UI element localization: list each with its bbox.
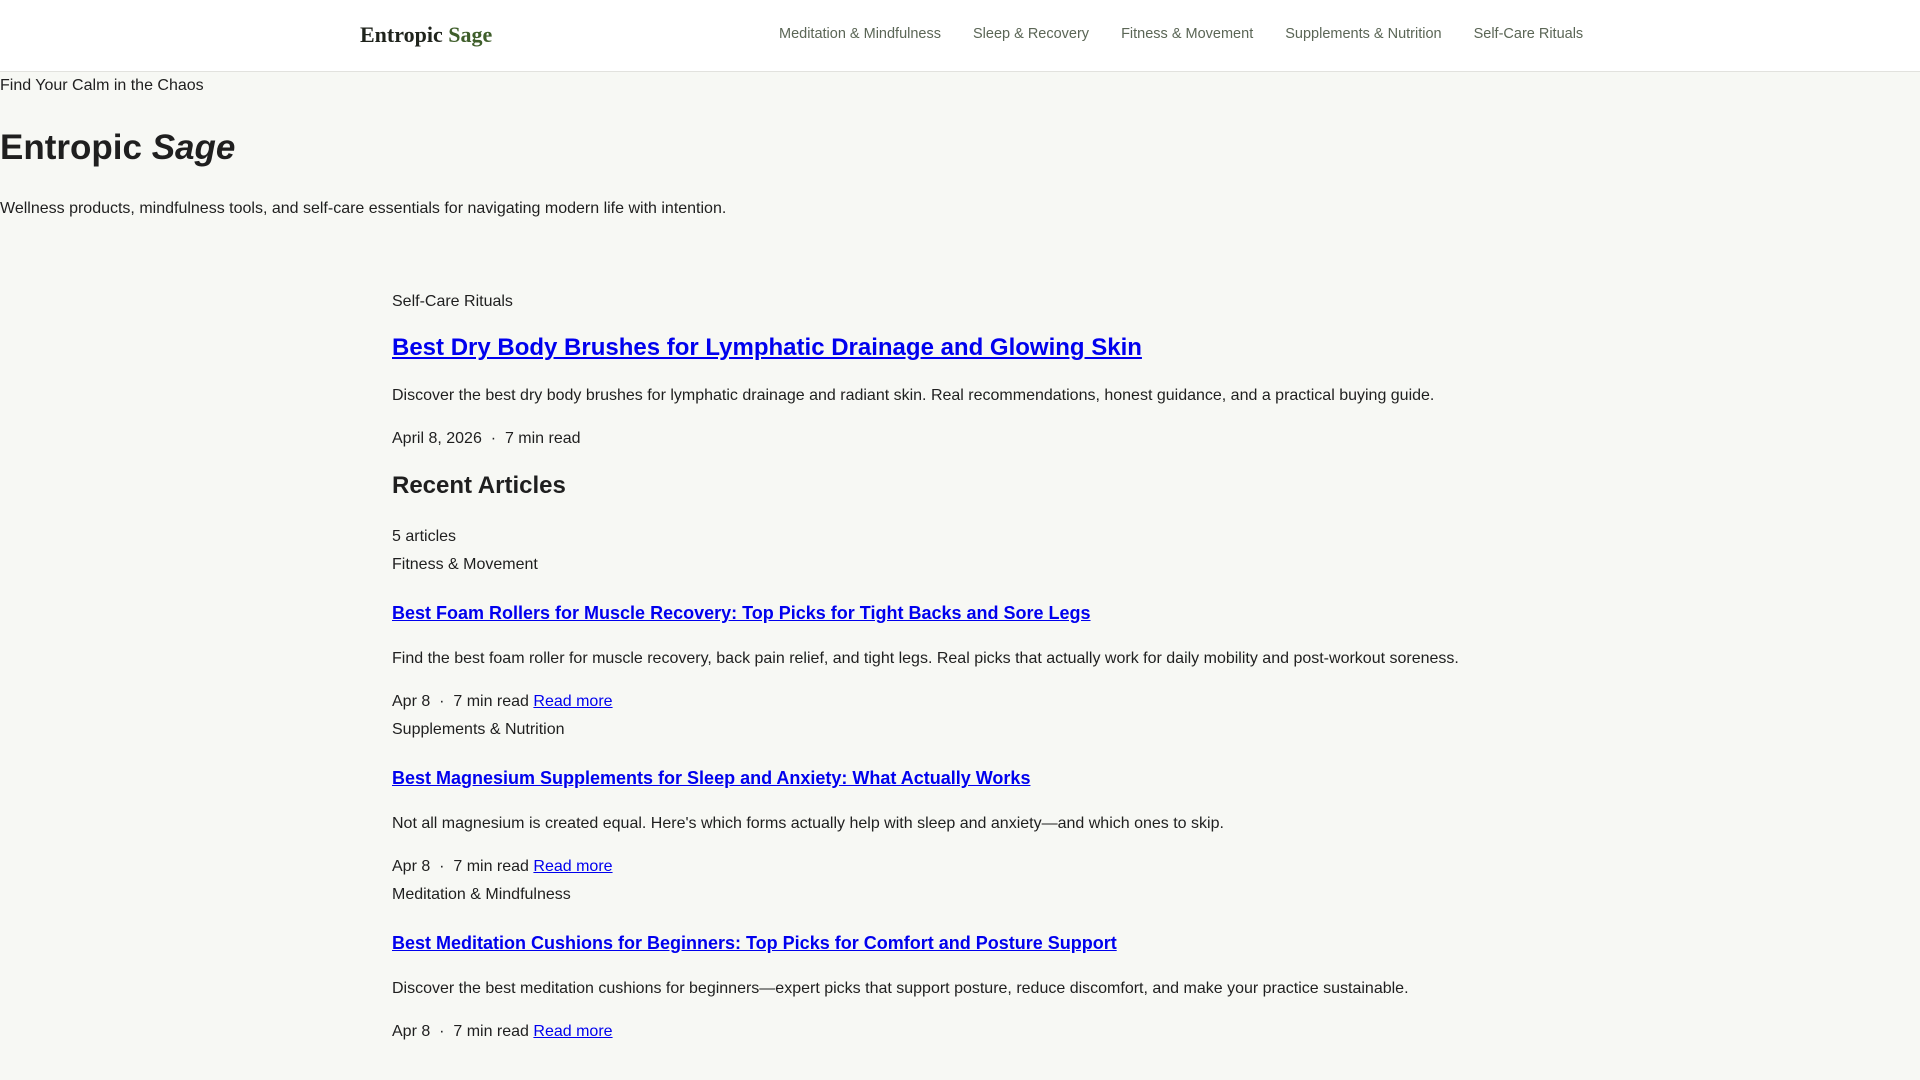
- featured-title-link[interactable]: Best Dry Body Brushes for Lymphatic Drai…: [392, 334, 1532, 362]
- read-more-link[interactable]: Read more: [533, 1023, 612, 1040]
- nav-supplements[interactable]: Supplements & Nutrition: [1285, 26, 1441, 42]
- article-read-time: 7 min read: [453, 1023, 529, 1040]
- article-meta: Apr 8 · 7 min read Read more: [392, 692, 1532, 712]
- meta-separator: ·: [439, 858, 445, 875]
- nav-fitness[interactable]: Fitness & Movement: [1121, 26, 1253, 42]
- read-more-link[interactable]: Read more: [533, 858, 612, 875]
- featured-date: April 8, 2026: [392, 430, 482, 447]
- logo-accent: Sage: [448, 22, 493, 47]
- list-item: Fitness & Movement Best Foam Rollers for…: [392, 555, 1532, 712]
- main-nav: Meditation & Mindfulness Sleep & Recover…: [779, 26, 1583, 42]
- article-date: Apr 8: [392, 693, 431, 710]
- article-description: Find the best foam roller for muscle rec…: [392, 650, 1459, 667]
- article-meta: Apr 8 · 7 min read Read more: [392, 857, 1532, 877]
- list-item: Meditation & Mindfulness Best Meditation…: [392, 885, 1532, 1042]
- featured-category: Self-Care Rituals: [392, 293, 513, 310]
- site-logo[interactable]: Entropic Sage: [360, 22, 492, 48]
- hero-title: Entropic Sage: [0, 128, 235, 168]
- article-read-time: 7 min read: [453, 693, 529, 710]
- meta-separator: ·: [439, 693, 445, 710]
- featured-read-time: 7 min read: [504, 430, 581, 447]
- article-title-link[interactable]: Best Meditation Cushions for Beginners: …: [392, 932, 1532, 954]
- nav-self-care[interactable]: Self-Care Rituals: [1474, 26, 1584, 42]
- article-date: Apr 8: [392, 1023, 431, 1040]
- article-meta: Apr 8 · 7 min read Read more: [392, 1022, 1532, 1042]
- nav-sleep[interactable]: Sleep & Recovery: [973, 26, 1089, 42]
- read-more-link[interactable]: Read more: [533, 693, 612, 710]
- list-item: Supplements & Nutrition Best Magnesium S…: [392, 720, 1532, 877]
- nav-meditation[interactable]: Meditation & Mindfulness: [779, 26, 941, 42]
- hero-title-main: Entropic: [0, 128, 142, 167]
- article-category: Supplements & Nutrition: [392, 721, 565, 738]
- article-category: Meditation & Mindfulness: [392, 886, 571, 903]
- meta-separator: ·: [439, 1023, 445, 1040]
- article-count: 5 articles: [392, 528, 457, 545]
- article-read-time: 7 min read: [453, 858, 529, 875]
- site-header: Entropic Sage Meditation & Mindfulness S…: [0, 0, 1920, 72]
- main-content: Self-Care Rituals Best Dry Body Brushes …: [392, 292, 1532, 1042]
- hero-title-accent: Sage: [151, 128, 236, 167]
- hero-description: Wellness products, mindfulness tools, an…: [0, 200, 727, 217]
- featured-article: Self-Care Rituals Best Dry Body Brushes …: [392, 292, 1532, 449]
- featured-description: Discover the best dry body brushes for l…: [392, 387, 1435, 404]
- featured-meta: April 8, 2026 · 7 min read: [392, 429, 1532, 449]
- article-title-link[interactable]: Best Foam Rollers for Muscle Recovery: T…: [392, 602, 1532, 624]
- logo-text: Entropic: [360, 22, 443, 47]
- article-title-link[interactable]: Best Magnesium Supplements for Sleep and…: [392, 767, 1532, 789]
- article-category: Fitness & Movement: [392, 556, 538, 573]
- article-date: Apr 8: [392, 858, 431, 875]
- recent-articles-heading: Recent Articles: [392, 472, 566, 499]
- article-description: Discover the best meditation cushions fo…: [392, 980, 1409, 997]
- meta-separator: ·: [490, 430, 497, 447]
- hero-tagline: Find Your Calm in the Chaos: [0, 77, 204, 94]
- article-list: Fitness & Movement Best Foam Rollers for…: [392, 555, 1532, 1042]
- article-description: Not all magnesium is created equal. Here…: [392, 815, 1224, 832]
